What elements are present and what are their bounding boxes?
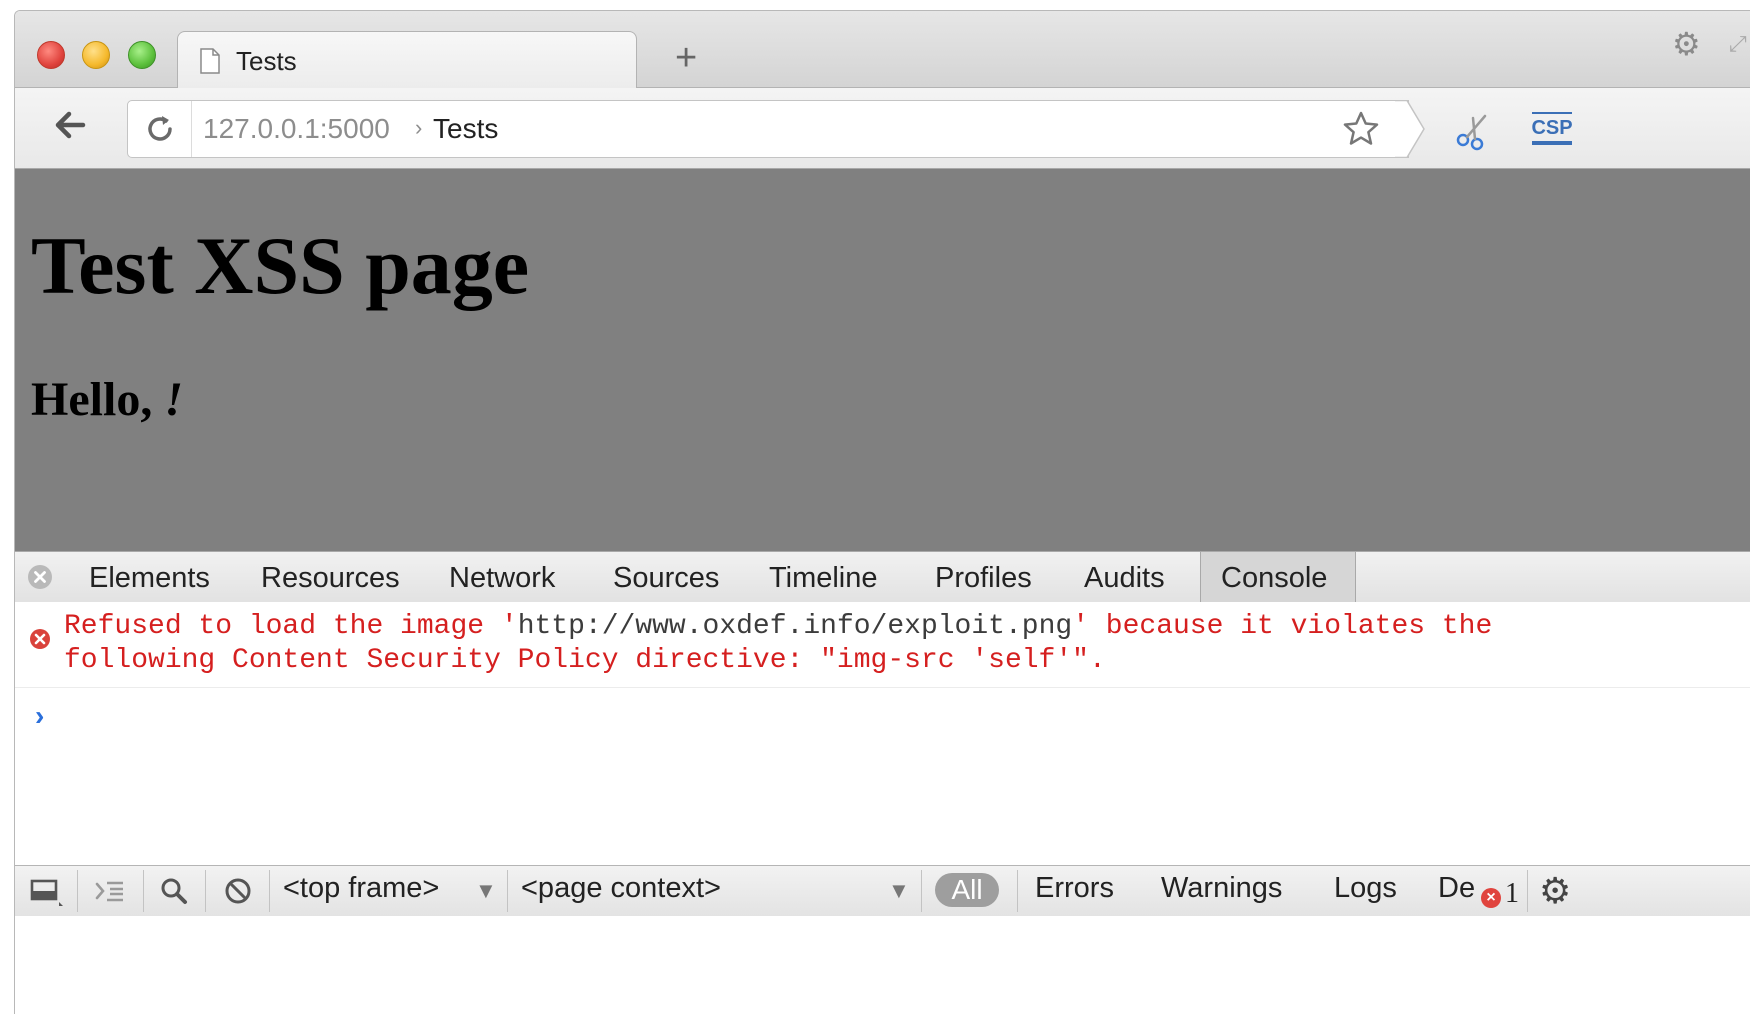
browser-toolbar: 127.0.0.1:5000 › Tests CSP — [15, 88, 1750, 169]
filter-warnings-button[interactable]: Warnings — [1161, 872, 1282, 905]
address-bar[interactable]: 127.0.0.1:5000 › Tests — [127, 100, 1409, 158]
frame-select[interactable]: <top frame> — [283, 872, 439, 905]
divider — [143, 870, 144, 912]
error-count[interactable]: 1 — [1505, 878, 1519, 910]
error-text-prefix: Refused to load the image ' — [64, 611, 518, 642]
tab-elements[interactable]: Elements — [89, 562, 210, 595]
window-minimize-button[interactable] — [82, 41, 110, 69]
console-panel[interactable]: Refused to load the image 'http://www.ox… — [15, 602, 1750, 865]
tab-title: Tests — [236, 46, 297, 76]
search-icon[interactable] — [155, 872, 193, 910]
url-separator: › — [415, 115, 423, 140]
dock-icon[interactable] — [27, 872, 65, 910]
window-close-button[interactable] — [37, 41, 65, 69]
divider — [269, 870, 270, 912]
divider — [507, 870, 508, 912]
url-path: Tests — [433, 113, 499, 144]
tab-profiles[interactable]: Profiles — [935, 562, 1032, 595]
console-prompt-caret[interactable]: › — [35, 700, 44, 732]
csp-extension-label: CSP — [1531, 117, 1572, 139]
divider — [205, 870, 206, 912]
page-viewport: Test XSS page Hello, ! — [15, 169, 1750, 551]
url-host: 127.0.0.1:5000 — [203, 113, 390, 144]
tab-network[interactable]: Network — [449, 562, 555, 595]
scissors-extension-icon[interactable] — [1455, 112, 1499, 152]
tab-resources[interactable]: Resources — [261, 562, 400, 595]
context-select[interactable]: <page context> — [521, 872, 721, 905]
clear-console-icon[interactable] — [219, 872, 257, 910]
divider — [1527, 870, 1528, 912]
gear-icon[interactable]: ⚙ — [1672, 25, 1701, 63]
error-count-icon[interactable]: × — [1481, 888, 1501, 908]
fullscreen-icon[interactable]: ⤢ — [1729, 31, 1749, 56]
address-bar-end — [1395, 100, 1425, 158]
devtools-status-bar: <top frame> ▼ <page context> ▼ All Error… — [15, 865, 1750, 916]
csp-extension-icon[interactable]: CSP — [1530, 110, 1574, 152]
divider — [921, 870, 922, 912]
browser-window: Tests + ⚙ ⤢ 127.0.0.1:5000 › Tests CSP T… — [14, 10, 1750, 1014]
console-error-message: Refused to load the image 'http://www.ox… — [15, 602, 1750, 688]
console-drawer-icon[interactable] — [91, 872, 129, 910]
document-icon — [200, 48, 220, 74]
devtools-tab-bar: Elements Resources Network Sources Timel… — [15, 551, 1750, 603]
reload-icon[interactable] — [142, 111, 178, 147]
frame-select-arrow-icon[interactable]: ▼ — [475, 878, 497, 904]
tab-audits[interactable]: Audits — [1084, 562, 1165, 595]
divider — [77, 870, 78, 912]
page-title: Test XSS page — [31, 220, 530, 311]
browser-tab[interactable]: Tests — [177, 31, 637, 89]
error-text: Refused to load the image 'http://www.ox… — [64, 610, 1554, 678]
filter-all-button[interactable]: All — [935, 873, 999, 907]
context-select-arrow-icon[interactable]: ▼ — [888, 878, 910, 904]
back-arrow-icon[interactable] — [49, 104, 91, 146]
tab-strip: Tests + ⚙ ⤢ — [15, 11, 1750, 89]
bookmark-star-icon[interactable] — [1341, 109, 1381, 149]
error-blocked-url[interactable]: http://www.oxdef.info/exploit.png — [518, 611, 1073, 642]
divider — [1017, 870, 1018, 912]
new-tab-button[interactable]: + — [675, 39, 697, 77]
tab-console[interactable]: Console — [1221, 562, 1327, 595]
greeting-prefix: Hello, — [31, 373, 165, 426]
error-icon — [30, 629, 50, 649]
address-bar-divider — [191, 101, 192, 157]
close-devtools-icon[interactable] — [27, 564, 53, 590]
filter-debug-button[interactable]: De — [1438, 872, 1475, 905]
greeting-suffix: ! — [164, 373, 183, 426]
greeting-text: Hello, ! — [31, 373, 183, 427]
tab-sources[interactable]: Sources — [613, 562, 719, 595]
tab-timeline[interactable]: Timeline — [769, 562, 878, 595]
filter-errors-button[interactable]: Errors — [1035, 872, 1114, 905]
filter-logs-button[interactable]: Logs — [1334, 872, 1397, 905]
window-maximize-button[interactable] — [128, 41, 156, 69]
gear-icon[interactable]: ⚙ — [1539, 870, 1571, 912]
